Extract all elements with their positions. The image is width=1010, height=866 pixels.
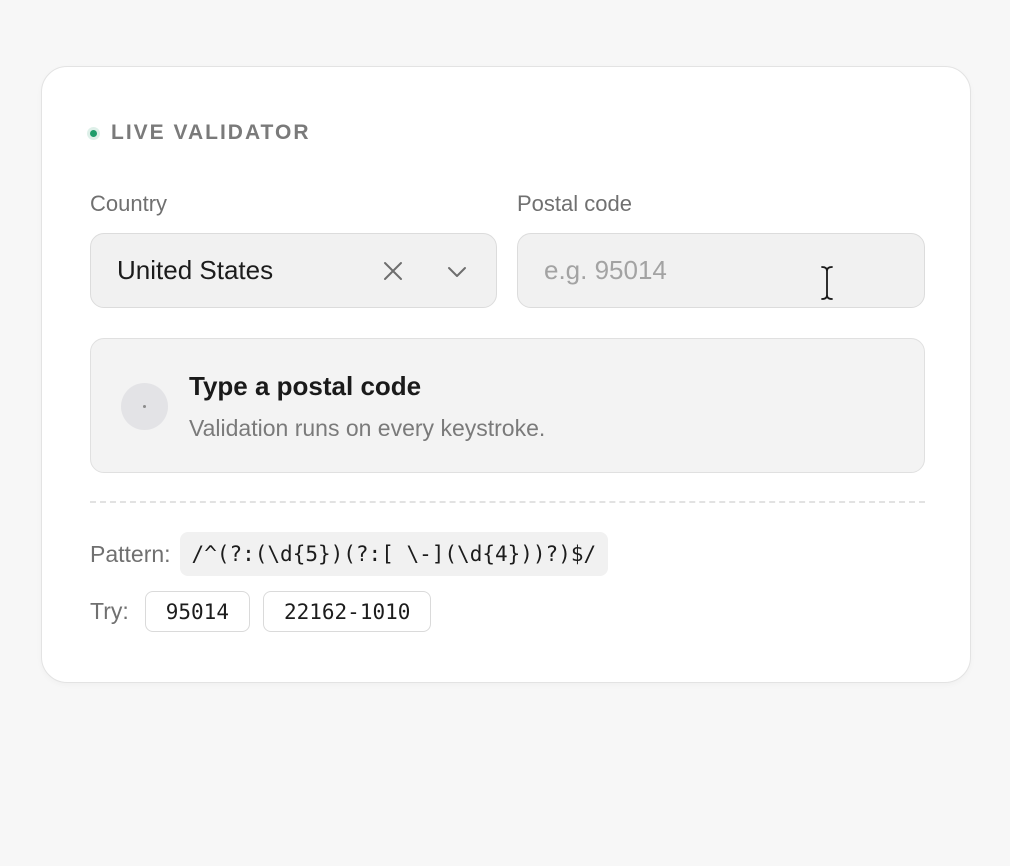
neutral-dot-icon	[121, 383, 168, 430]
try-label: Try:	[90, 598, 129, 624]
postal-code-label: Postal code	[517, 191, 632, 216]
close-icon[interactable]	[381, 259, 405, 283]
pattern-label: Pattern:	[90, 540, 171, 567]
country-select[interactable]: United States	[90, 233, 497, 308]
eyebrow-label: LIVE VALIDATOR	[111, 121, 311, 144]
country-select-value: United States	[117, 255, 274, 285]
pattern-row: Pattern: /^(?:(\d{5})(?:[ \-](\d{4}))?)$…	[90, 532, 609, 576]
status-subtitle: Validation runs on every keystroke.	[189, 415, 546, 441]
validator-card: LIVE VALIDATOR Country Postal code Unite…	[41, 66, 971, 683]
divider	[90, 501, 925, 503]
pattern-regex: /^(?:(\d{5})(?:[ \-](\d{4}))?)$/	[179, 532, 609, 576]
card-header: LIVE VALIDATOR	[90, 121, 311, 145]
country-label: Country	[90, 191, 168, 216]
live-status-dot-icon	[90, 129, 97, 137]
status-title: Type a postal code	[189, 371, 422, 401]
postal-code-input[interactable]	[517, 233, 925, 308]
example-chip[interactable]: 95014	[144, 591, 250, 632]
example-chip[interactable]: 22162-1010	[262, 591, 432, 632]
validation-status: Type a postal code Validation runs on ev…	[90, 338, 925, 473]
try-examples-row: Try: 95014 22162-1010	[90, 591, 444, 632]
chevron-down-icon[interactable]	[446, 261, 468, 283]
